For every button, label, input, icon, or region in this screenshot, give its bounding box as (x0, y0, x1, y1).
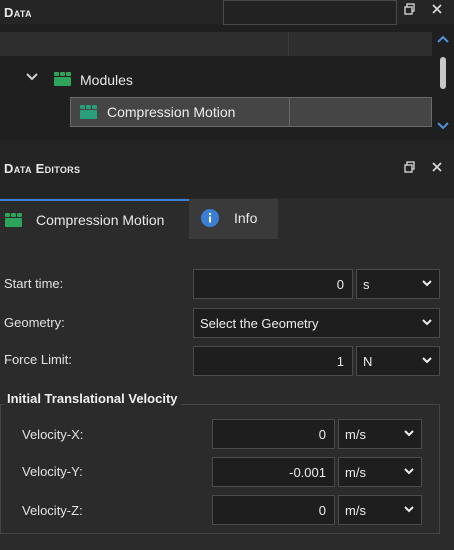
velocity-x-value: 0 (318, 426, 326, 442)
data-panel-title: Data (4, 4, 32, 20)
close-icon[interactable] (429, 161, 445, 177)
tab-label: Info (234, 210, 258, 226)
velocity-x-unit-select[interactable]: m/s (338, 419, 422, 449)
chevron-down-icon (404, 430, 414, 437)
start-time-unit: s (363, 276, 370, 292)
start-time-unit-select[interactable]: s (356, 269, 440, 299)
velocity-z-input[interactable]: 0 (212, 495, 335, 525)
force-limit-unit: N (363, 353, 373, 369)
close-icon[interactable] (429, 3, 445, 19)
tab-label: Compression Motion (36, 212, 165, 228)
tab-compression-motion[interactable]: Compression Motion (0, 199, 189, 239)
velocity-z-unit-select[interactable]: m/s (338, 495, 422, 525)
data-editors-title: Data Editors (4, 161, 81, 176)
restore-window-icon[interactable] (402, 3, 418, 19)
geometry-label: Geometry: (4, 315, 65, 330)
chevron-down-icon (404, 468, 414, 475)
tree-row-divider (289, 97, 290, 127)
chevron-down-icon (422, 319, 432, 326)
tree-item-label: Compression Motion (107, 104, 236, 120)
start-time-value: 0 (336, 276, 344, 292)
velocity-x-unit: m/s (345, 426, 366, 442)
geometry-select[interactable]: Select the Geometry (193, 308, 440, 338)
initial-velocity-group-title: Initial Translational Velocity (4, 391, 181, 406)
data-search-input[interactable] (223, 0, 397, 25)
tree-item-modules-label[interactable]: Modules (80, 72, 133, 88)
chevron-down-icon (404, 506, 414, 513)
velocity-z-label: Velocity-Z: (22, 503, 83, 518)
velocity-z-value: 0 (318, 502, 326, 518)
scroll-thumb[interactable] (440, 57, 446, 89)
start-time-input[interactable]: 0 (193, 269, 353, 299)
modules-block-icon (54, 72, 72, 86)
scroll-up-icon[interactable] (437, 34, 449, 46)
velocity-y-unit-select[interactable]: m/s (338, 457, 422, 487)
compression-block-icon (5, 213, 23, 227)
start-time-label: Start time: (4, 276, 64, 291)
velocity-y-value: -0.001 (289, 464, 326, 480)
force-limit-input[interactable]: 1 (193, 346, 353, 376)
velocity-x-label: Velocity-X: (22, 427, 84, 442)
force-limit-unit-select[interactable]: N (356, 346, 440, 376)
tab-info[interactable]: Info (189, 199, 278, 239)
tree-column-header (0, 32, 432, 56)
chevron-down-icon (422, 357, 432, 364)
velocity-y-label: Velocity-Y: (22, 464, 83, 479)
restore-window-icon[interactable] (402, 161, 418, 177)
chevron-down-icon[interactable] (26, 72, 38, 85)
force-limit-label: Force Limit: (4, 352, 72, 367)
chevron-down-icon (422, 280, 432, 287)
force-limit-value: 1 (336, 353, 344, 369)
velocity-y-unit: m/s (345, 464, 366, 480)
velocity-z-unit: m/s (345, 502, 366, 518)
velocity-x-input[interactable]: 0 (212, 419, 335, 449)
tree-column-divider[interactable] (288, 32, 289, 56)
scroll-down-icon[interactable] (437, 121, 449, 133)
info-icon (201, 209, 219, 230)
compression-block-icon (80, 105, 98, 119)
geometry-value: Select the Geometry (200, 315, 319, 331)
velocity-y-input[interactable]: -0.001 (212, 457, 335, 487)
